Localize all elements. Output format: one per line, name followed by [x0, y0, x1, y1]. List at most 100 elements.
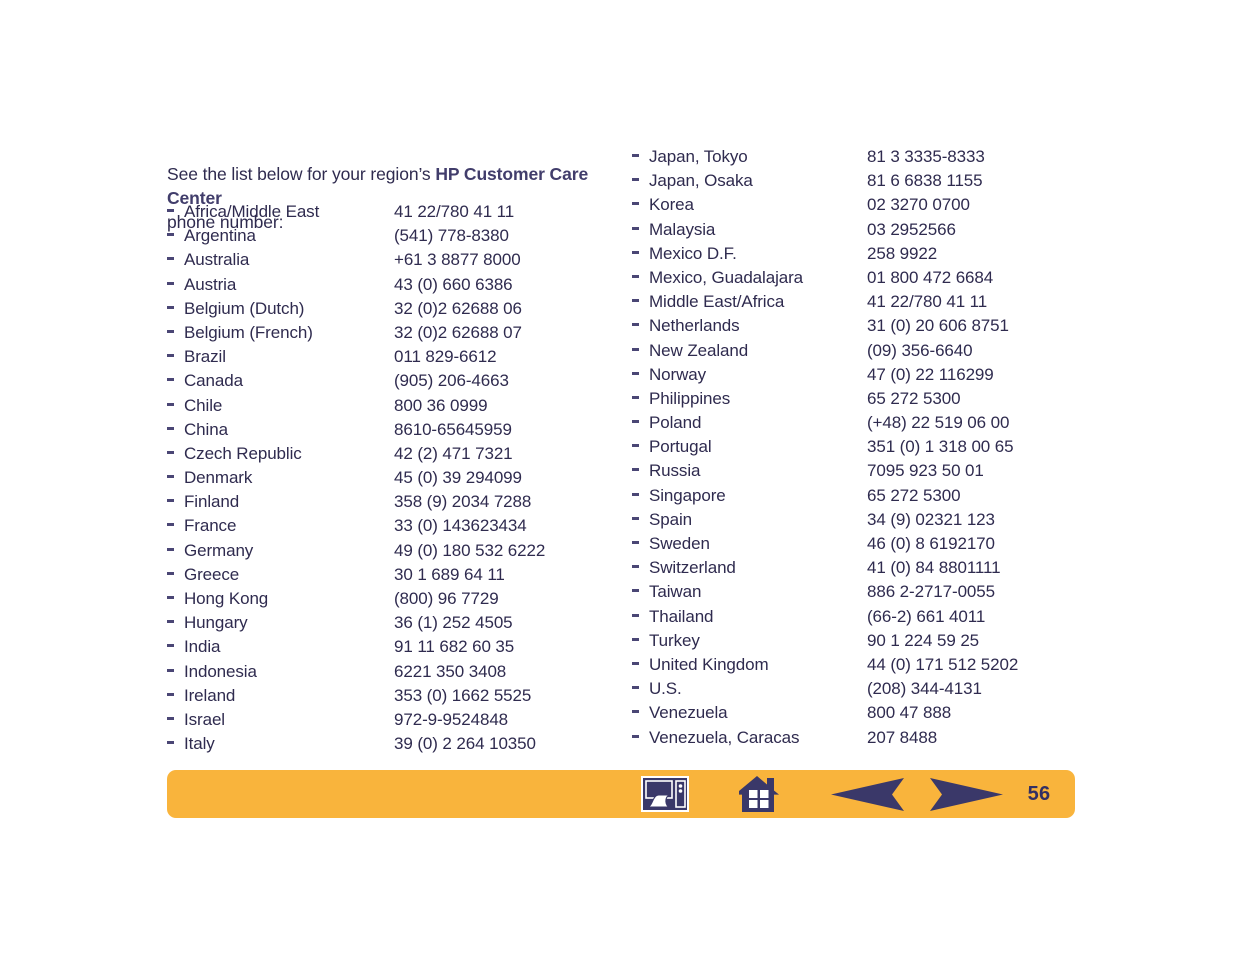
phone-number-value: 36 (1) 252 4505: [394, 613, 513, 633]
country-label: Venezuela: [649, 703, 728, 723]
phone-list-item: Japan, Tokyo 81 3 3335-8333: [632, 145, 1062, 169]
country-label: Malaysia: [649, 219, 716, 239]
country-label: Czech Republic: [184, 443, 302, 463]
phone-number-value: (905) 206-4663: [394, 371, 509, 391]
phone-number-value: 41 (0) 84 8801111: [867, 558, 1001, 578]
bullet-icon: [167, 539, 184, 563]
phone-list-item: Brazil 011 829-6612: [167, 345, 607, 369]
phone-number-value: 011 829-6612: [394, 347, 497, 367]
bullet-icon: [632, 145, 649, 169]
phone-number-value: 800 36 0999: [394, 395, 488, 415]
country-label: France: [184, 516, 237, 536]
bullet-icon: [167, 442, 184, 466]
country-label: Greece: [184, 564, 240, 584]
bullet-icon: [632, 387, 649, 411]
bullet-icon: [632, 532, 649, 556]
phone-number-value: 30 1 689 64 11: [394, 564, 505, 584]
phone-list-item: Indonesia 6221 350 3408: [167, 660, 607, 684]
phone-list-left-column: Africa/Middle East 41 22/780 41 11 Argenti…: [167, 200, 607, 756]
phone-number-value: +61 3 8877 8000: [394, 250, 521, 270]
phone-list-item: Middle East/Africa 41 22/780 41 11: [632, 290, 1062, 314]
bullet-icon: [632, 363, 649, 387]
country-label: Hong Kong: [184, 589, 269, 608]
bullet-icon: [632, 508, 649, 532]
country-label: Argentina: [184, 226, 256, 246]
country-label: New Zealand: [649, 340, 749, 360]
home-button[interactable]: [727, 770, 791, 818]
phone-number-value: 47 (0) 22 116299: [867, 364, 994, 384]
bullet-icon: [167, 345, 184, 369]
bullet-icon: [632, 242, 649, 266]
bullet-icon: [167, 224, 184, 248]
phone-list-item: Norway 47 (0) 22 116299: [632, 363, 1062, 387]
phone-list-item: Philippines 65 272 5300: [632, 387, 1062, 411]
bullet-icon: [632, 677, 649, 701]
country-label: Poland: [649, 413, 702, 433]
bullet-icon: [632, 484, 649, 508]
document-page: See the list below for your region’s HP …: [0, 0, 1235, 954]
phone-list-item: U.S. (208) 344-4131: [632, 677, 1062, 701]
country-label: Mexico D.F.: [649, 243, 737, 263]
phone-list-item: New Zealand (09) 356-6640: [632, 339, 1062, 363]
phone-number-value: 800 47 888: [867, 703, 952, 723]
phone-list-item: Ireland 353 (0) 1662 5525: [167, 684, 607, 708]
phone-number-value: 90 1 224 59 25: [867, 630, 980, 650]
phone-list-item: Africa/Middle East 41 22/780 41 11: [167, 200, 607, 224]
phone-number-value: 207 8488: [867, 727, 938, 747]
country-label: Thailand: [649, 606, 714, 626]
bullet-icon: [167, 248, 184, 272]
country-label: Brazil: [184, 347, 226, 367]
phone-list-right-column: Japan, Tokyo 81 3 3335-8333 Japan, Osaka 81…: [632, 145, 1062, 750]
country-label: Spain: [649, 509, 692, 529]
bullet-icon: [167, 514, 184, 538]
phone-number-value: 91 11 682 60 35: [394, 637, 515, 657]
bullet-icon: [632, 266, 649, 290]
country-label: China: [184, 419, 228, 439]
phone-list-item: Taiwan 886 2-2717-0055: [632, 580, 1062, 604]
phone-number-value: 41 22/780 41 11: [394, 202, 515, 221]
bullet-icon: [167, 611, 184, 635]
country-label: Ireland: [184, 685, 236, 705]
country-label: U.S.: [649, 679, 682, 699]
country-label: United Kingdom: [649, 654, 769, 674]
phone-number-value: 32 (0)2 62688 07: [394, 322, 522, 342]
phone-number-value: 39 (0) 2 264 10350: [394, 734, 536, 754]
next-arrow-icon: [928, 777, 1004, 811]
phone-number-value: (541) 778-8380: [394, 226, 509, 246]
print-button[interactable]: [633, 770, 697, 818]
bullet-icon: [167, 273, 184, 297]
country-label: Japan, Osaka: [649, 171, 753, 191]
phone-list-item: Australia +61 3 8877 8000: [167, 248, 607, 272]
previous-arrow-icon: [830, 777, 906, 811]
country-label: Singapore: [649, 485, 726, 505]
printer-icon: [640, 775, 690, 813]
phone-number-value: 45 (0) 39 294099: [394, 468, 522, 488]
phone-number-value: 49 (0) 180 532 6222: [394, 540, 546, 560]
previous-page-button[interactable]: [823, 770, 913, 818]
phone-list-item: Germany 49 (0) 180 532 6222: [167, 539, 607, 563]
phone-number-value: 43 (0) 660 6386: [394, 274, 513, 294]
bullet-icon: [167, 563, 184, 587]
country-label: Hungary: [184, 613, 248, 633]
phone-number-value: 7095 923 50 01: [867, 461, 984, 481]
country-label: Venezuela, Caracas: [649, 727, 800, 747]
country-label: Finland: [184, 492, 240, 512]
bullet-icon: [167, 708, 184, 732]
phone-number-value: 34 (9) 02321 123: [867, 509, 995, 529]
phone-list-item: Hungary 36 (1) 252 4505: [167, 611, 607, 635]
page-number: 56: [1027, 782, 1051, 805]
phone-list-item: Netherlands 31 (0) 20 606 8751: [632, 314, 1062, 338]
phone-list-item: Korea 02 3270 0700: [632, 193, 1062, 217]
country-label: Canada: [184, 371, 243, 391]
phone-list-item: Greece 30 1 689 64 11: [167, 563, 607, 587]
phone-list-item: Japan, Osaka 81 6 6838 1155: [632, 169, 1062, 193]
footer-navigation-bar: 56: [167, 770, 1075, 818]
country-label: Israel: [184, 709, 225, 729]
country-label: Switzerland: [649, 558, 736, 578]
phone-list-item: Venezuela 800 47 888: [632, 701, 1062, 725]
phone-list-item: Hong Kong (800) 96 7729: [167, 587, 607, 611]
next-page-button[interactable]: [921, 770, 1011, 818]
phone-number-value: 65 272 5300: [867, 485, 961, 505]
bullet-icon: [632, 726, 649, 750]
bullet-icon: [632, 193, 649, 217]
